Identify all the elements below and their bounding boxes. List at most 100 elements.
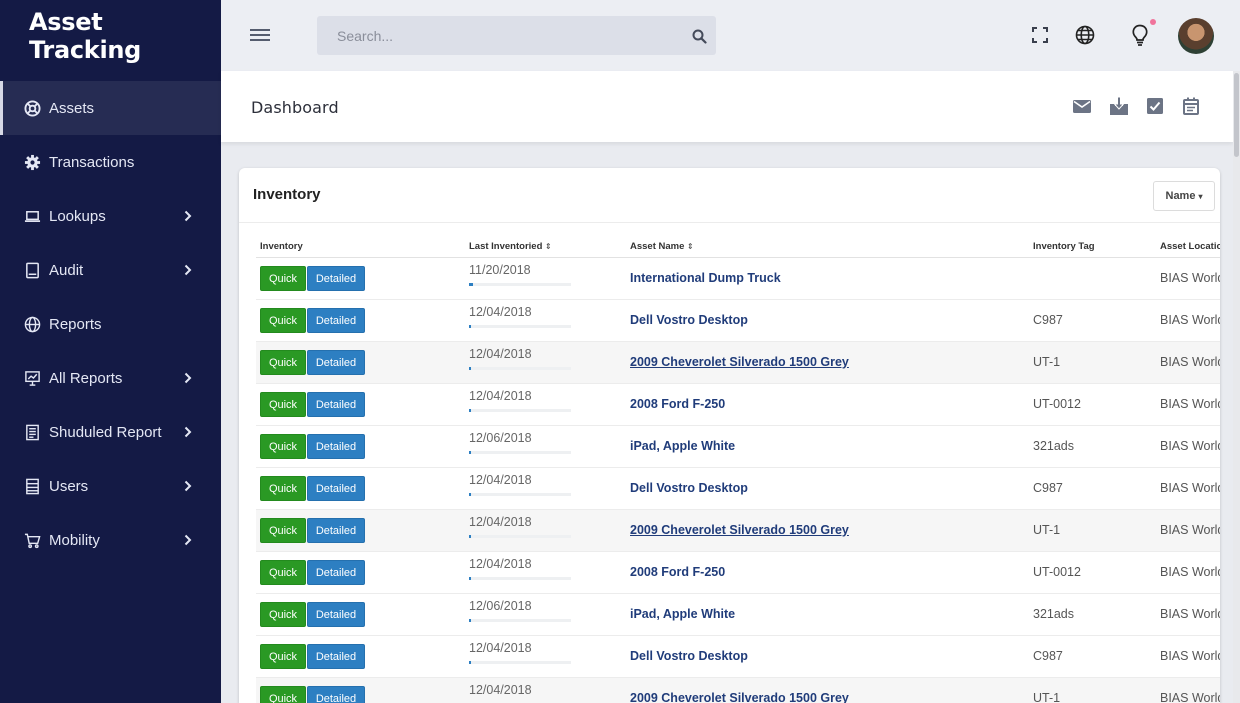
last-inventoried-date: 12/04/2018 <box>469 347 532 361</box>
asset-name-link[interactable]: Dell Vostro Desktop <box>630 649 748 663</box>
asset-name-cell: Dell Vostro Desktop <box>626 299 1029 342</box>
quick-inventory-button[interactable]: Quick <box>260 391 306 417</box>
inventory-actions-cell: Quick Detailed <box>256 425 465 468</box>
quick-inventory-button[interactable]: Quick <box>260 685 306 703</box>
chevron-right-icon <box>183 208 193 224</box>
sidebar-item-mobility[interactable]: Mobility <box>0 513 221 567</box>
last-inventoried-date: 12/04/2018 <box>469 305 532 319</box>
detailed-inventory-button[interactable]: Detailed <box>307 475 365 501</box>
detailed-inventory-button[interactable]: Detailed <box>307 559 365 585</box>
asset-name-cell: International Dump Truck <box>626 257 1029 300</box>
detailed-inventory-button[interactable]: Detailed <box>307 391 365 417</box>
inventory-tag-cell: 321ads <box>1029 593 1156 636</box>
sidebar-item-transactions[interactable]: Transactions <box>0 135 221 189</box>
sort-icon[interactable]: ⇕ <box>545 242 552 251</box>
checkbox-icon[interactable] <box>1145 96 1165 116</box>
asset-name-link[interactable]: 2008 Ford F-250 <box>630 397 725 411</box>
sidebar-item-shuduled-report[interactable]: Shuduled Report <box>0 405 221 459</box>
calendar-icon[interactable] <box>1181 96 1201 116</box>
globe-icon[interactable] <box>1074 24 1096 46</box>
column-header-last-inventoried[interactable]: Last Inventoried ⇕ <box>465 236 626 258</box>
page-scrollbar[interactable] <box>1233 71 1240 703</box>
detailed-inventory-button[interactable]: Detailed <box>307 517 365 543</box>
scrollbar-thumb[interactable] <box>1234 73 1239 157</box>
asset-name-link[interactable]: 2009 Cheverolet Silverado 1500 Grey <box>630 691 849 703</box>
inventory-title: Inventory <box>253 186 321 203</box>
quick-inventory-button[interactable]: Quick <box>260 265 306 291</box>
detailed-inventory-button[interactable]: Detailed <box>307 433 365 459</box>
quick-inventory-button[interactable]: Quick <box>260 307 306 333</box>
last-inventoried-date: 12/04/2018 <box>469 515 532 529</box>
detailed-inventory-button[interactable]: Detailed <box>307 643 365 669</box>
chevron-right-icon <box>183 478 193 494</box>
detailed-inventory-button[interactable]: Detailed <box>307 601 365 627</box>
fullscreen-icon[interactable] <box>1029 24 1051 46</box>
lightbulb-icon[interactable] <box>1129 19 1156 46</box>
quick-inventory-button[interactable]: Quick <box>260 433 306 459</box>
asset-name-link[interactable]: International Dump Truck <box>630 271 781 285</box>
inventory-tag-cell: UT-1 <box>1029 509 1156 552</box>
laptop-icon <box>23 207 41 225</box>
quick-inventory-button[interactable]: Quick <box>260 643 306 669</box>
sidebar-item-all-reports[interactable]: All Reports <box>0 351 221 405</box>
last-inventoried-cell: 12/04/2018 <box>465 551 626 594</box>
detailed-inventory-button[interactable]: Detailed <box>307 265 365 291</box>
mail-icon[interactable] <box>1072 96 1092 116</box>
asset-name-link[interactable]: iPad, Apple White <box>630 607 735 621</box>
asset-name-link[interactable]: iPad, Apple White <box>630 439 735 453</box>
column-header-asset-name[interactable]: Asset Name ⇕ <box>626 236 1029 258</box>
sort-icon[interactable]: ⇕ <box>687 242 694 251</box>
inventory-actions-cell: Quick Detailed <box>256 551 465 594</box>
download-icon[interactable] <box>1109 96 1129 116</box>
column-header-asset-location: Asset Location <box>1156 236 1220 258</box>
asset-location-cell: BIAS Worldwide <box>1156 341 1220 384</box>
card-divider <box>239 222 1220 223</box>
last-inventoried-date: 12/04/2018 <box>469 683 532 697</box>
quick-inventory-button[interactable]: Quick <box>260 517 306 543</box>
table-row: Quick Detailed 12/04/2018 Dell Vostro Deskt… <box>256 467 1220 510</box>
inventory-actions-cell: Quick Detailed <box>256 383 465 426</box>
asset-name-cell: 2009 Cheverolet Silverado 1500 Grey <box>626 341 1029 384</box>
globe-icon <box>23 315 41 333</box>
table-row: Quick Detailed 12/04/2018 2009 Cheverolet S… <box>256 677 1220 703</box>
detailed-inventory-button[interactable]: Detailed <box>307 349 365 375</box>
inventory-actions-cell: Quick Detailed <box>256 509 465 552</box>
inventory-table: Inventory Last Inventoried ⇕ Asset Name … <box>256 236 1220 703</box>
inventory-progress-bar <box>469 493 571 496</box>
inventory-tag-cell: C987 <box>1029 635 1156 678</box>
quick-inventory-button[interactable]: Quick <box>260 559 306 585</box>
avatar[interactable] <box>1178 18 1214 54</box>
asset-location-cell: BIAS Worldwide <box>1156 383 1220 426</box>
search-icon[interactable] <box>692 29 707 44</box>
quick-inventory-button[interactable]: Quick <box>260 349 306 375</box>
last-inventoried-cell: 12/04/2018 <box>465 383 626 426</box>
asset-name-link[interactable]: 2008 Ford F-250 <box>630 565 725 579</box>
asset-name-link[interactable]: Dell Vostro Desktop <box>630 481 748 495</box>
progress-fill <box>469 577 471 580</box>
progress-fill <box>469 325 471 328</box>
sidebar-item-lookups[interactable]: Lookups <box>0 189 221 243</box>
hamburger-menu-icon[interactable] <box>250 26 270 44</box>
quick-inventory-button[interactable]: Quick <box>260 601 306 627</box>
detailed-inventory-button[interactable]: Detailed <box>307 685 365 703</box>
asset-name-link[interactable]: Dell Vostro Desktop <box>630 313 748 327</box>
sidebar-item-label: Assets <box>49 99 95 117</box>
sidebar-item-reports[interactable]: Reports <box>0 297 221 351</box>
cart-icon <box>23 531 41 549</box>
sidebar-item-users[interactable]: Users <box>0 459 221 513</box>
sidebar-item-audit[interactable]: Audit <box>0 243 221 297</box>
inventory-progress-bar <box>469 409 571 412</box>
sidebar-item-assets[interactable]: Assets <box>0 81 221 135</box>
search-input[interactable] <box>317 16 716 55</box>
last-inventoried-cell: 12/04/2018 <box>465 467 626 510</box>
chevron-right-icon <box>183 370 193 386</box>
inventory-actions-cell: Quick Detailed <box>256 299 465 342</box>
sort-dropdown-button[interactable]: Name ▾ <box>1153 181 1215 211</box>
inventory-tag-cell: 321ads <box>1029 425 1156 468</box>
asset-name-link[interactable]: 2009 Cheverolet Silverado 1500 Grey <box>630 355 849 369</box>
quick-inventory-button[interactable]: Quick <box>260 475 306 501</box>
detailed-inventory-button[interactable]: Detailed <box>307 307 365 333</box>
table-row: Quick Detailed 12/04/2018 Dell Vostro Deskt… <box>256 299 1220 342</box>
progress-fill <box>469 661 471 664</box>
asset-name-link[interactable]: 2009 Cheverolet Silverado 1500 Grey <box>630 523 849 537</box>
